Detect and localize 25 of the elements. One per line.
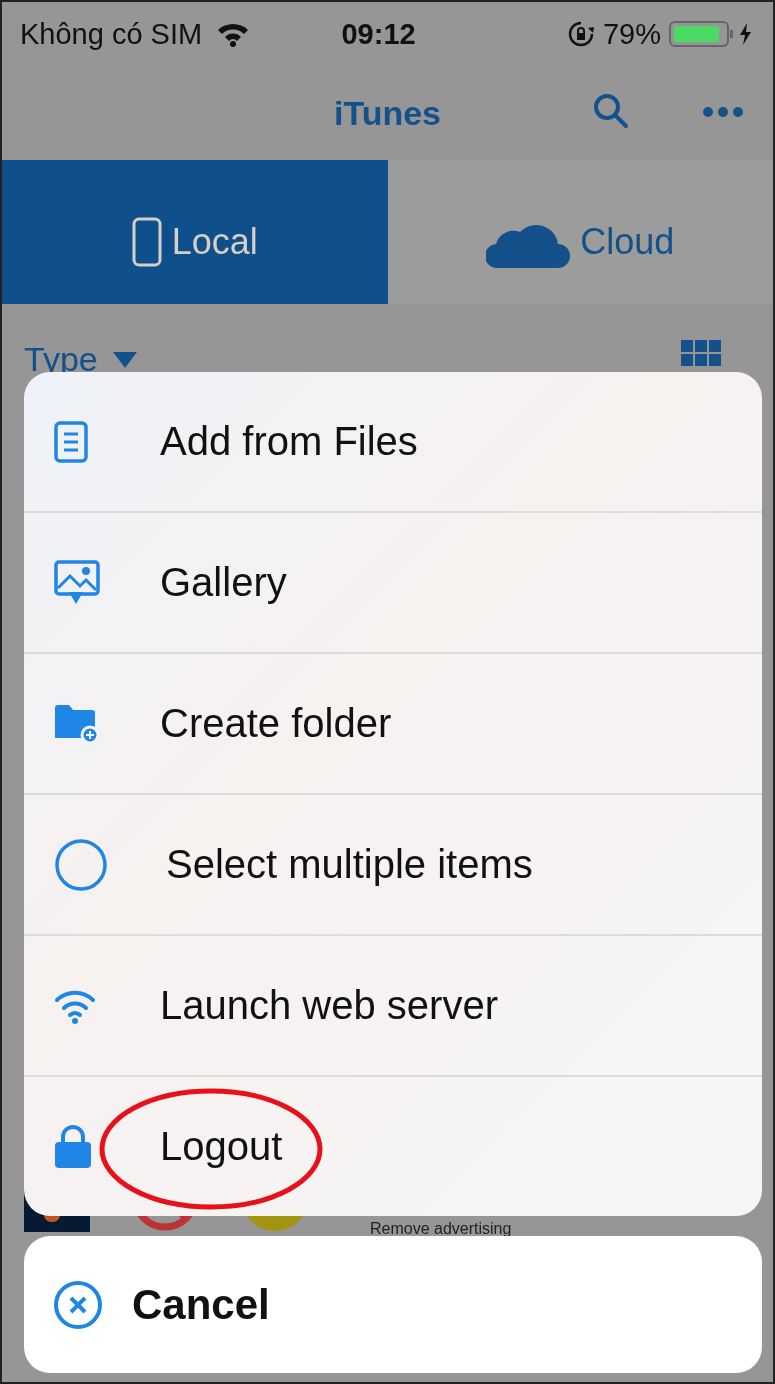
close-icon <box>52 1278 104 1331</box>
lock-icon <box>54 1124 92 1169</box>
document-icon <box>54 420 88 463</box>
caret-icon <box>111 350 138 369</box>
menu-item[interactable]: Gallery <box>24 511 762 652</box>
menu-item[interactable]: Select multiple items <box>24 793 762 934</box>
battery-percent: 79% <box>602 17 661 51</box>
ad-text: Remove advertising <box>370 1220 512 1238</box>
rotation-lock-icon <box>566 20 595 48</box>
radio-circle-icon <box>54 837 108 892</box>
menu-item[interactable]: Logout <box>24 1075 762 1216</box>
phone-icon <box>131 217 162 267</box>
menu-item[interactable]: Add from Files <box>24 372 762 511</box>
carrier-label: Không có SIM <box>20 17 203 51</box>
more-icon[interactable] <box>702 106 744 118</box>
segment-tab[interactable]: Local <box>2 160 388 304</box>
wifi-icon <box>216 21 251 47</box>
search-icon[interactable] <box>592 92 630 130</box>
cancel-button[interactable]: Cancel <box>24 1236 762 1373</box>
nav-title: iTunes <box>333 93 441 133</box>
menu-item[interactable]: Launch web server <box>24 934 762 1075</box>
menu-item[interactable]: Create folder <box>24 652 762 793</box>
clock-time: 09:12 <box>340 17 417 51</box>
gallery-icon <box>54 559 100 606</box>
folder-add-icon <box>54 703 100 744</box>
